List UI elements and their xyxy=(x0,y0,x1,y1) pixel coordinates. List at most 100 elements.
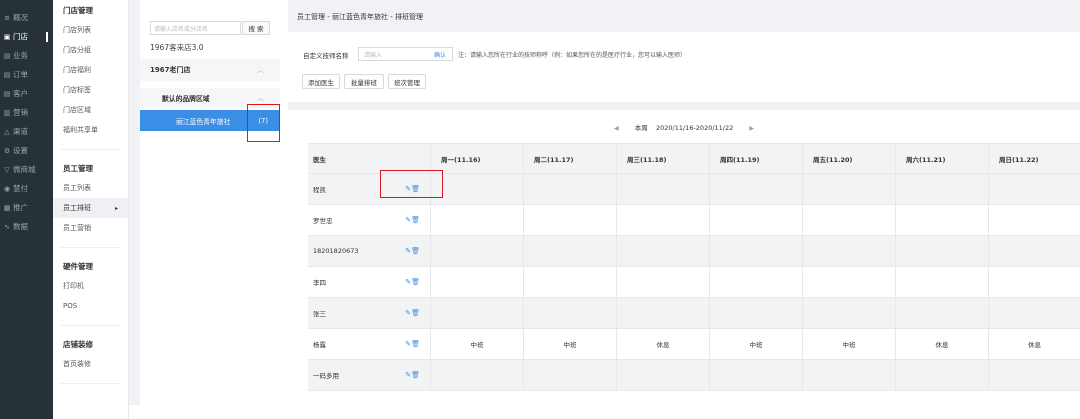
shift-cell[interactable] xyxy=(524,298,617,328)
shift-cell[interactable] xyxy=(524,205,617,235)
caret-right-icon: ▸ xyxy=(114,204,118,212)
shift-cell[interactable] xyxy=(617,174,710,204)
nav-item[interactable]: ⚙ 设置 xyxy=(0,141,53,160)
shift-cell[interactable] xyxy=(617,236,710,266)
tech-name-input[interactable]: 请输入 确认 xyxy=(358,47,453,61)
shift-cell[interactable] xyxy=(710,236,803,266)
next-week-icon[interactable]: ▶ xyxy=(749,125,754,132)
shift-cell[interactable] xyxy=(803,298,896,328)
shift-manage-button[interactable]: 班次管理 xyxy=(388,74,426,89)
sub-item[interactable]: 门店标签 xyxy=(53,80,128,100)
sub-item[interactable]: 首页装修 xyxy=(53,354,128,374)
shift-cell[interactable] xyxy=(803,236,896,266)
shift-cell[interactable] xyxy=(617,205,710,235)
sub-item-label: 员工列表 xyxy=(63,184,91,192)
shift-cell[interactable] xyxy=(896,298,989,328)
shift-cell[interactable] xyxy=(431,360,524,390)
edit-delete-icon[interactable]: ✎🗑 xyxy=(405,309,420,317)
nav-label: 数据 xyxy=(13,222,28,231)
shift-cell[interactable] xyxy=(524,267,617,297)
nav-item[interactable]: ▤ 业务 xyxy=(0,46,53,65)
shift-cell[interactable] xyxy=(710,298,803,328)
shift-cell[interactable] xyxy=(431,205,524,235)
sub-item[interactable]: 门店福利 xyxy=(53,60,128,80)
shift-cell[interactable]: 中班 xyxy=(803,329,896,359)
shift-cell[interactable] xyxy=(617,267,710,297)
shift-cell[interactable]: 休息 xyxy=(617,329,710,359)
shift-cell[interactable] xyxy=(989,236,1080,266)
shift-cell[interactable] xyxy=(524,360,617,390)
sub-nav: 门店管理 门店列表 门店分组 门店福利 门店标签 门店区域 福利共享单 员工管理 员工列表 员工排… xyxy=(53,0,129,419)
nav-label: 概况 xyxy=(13,13,28,22)
shift-cell[interactable]: 休息 xyxy=(896,329,989,359)
shift-cell[interactable] xyxy=(896,174,989,204)
shift-cell[interactable] xyxy=(710,205,803,235)
shift-cell[interactable] xyxy=(989,267,1080,297)
shift-cell[interactable] xyxy=(617,360,710,390)
sub-item[interactable]: 门店列表 xyxy=(53,20,128,40)
nav-item[interactable]: ∿ 数据 xyxy=(0,217,53,236)
shift-cell[interactable] xyxy=(710,174,803,204)
shift-cell[interactable] xyxy=(524,236,617,266)
store-panel: 请输入店名或分店名 搜 索 1967客来店3.0 1967老门店 ︿ 默认的品牌… xyxy=(140,0,288,405)
sub-item[interactable]: 员工列表 xyxy=(53,178,128,198)
sub-item[interactable]: 门店分组 xyxy=(53,40,128,60)
shift-cell[interactable]: 中班 xyxy=(524,329,617,359)
shift-cell[interactable] xyxy=(989,298,1080,328)
nav-item[interactable]: ▤ 订单 xyxy=(0,65,53,84)
shift-cell[interactable] xyxy=(617,298,710,328)
shift-cell[interactable] xyxy=(803,267,896,297)
add-doctor-button[interactable]: 添加医生 xyxy=(302,74,340,89)
shift-cell[interactable]: 中班 xyxy=(431,329,524,359)
edit-delete-icon[interactable]: ✎🗑 xyxy=(405,278,420,286)
shift-cell[interactable] xyxy=(803,360,896,390)
nav-item[interactable]: ▦ 推广 xyxy=(0,198,53,217)
prev-week-icon[interactable]: ◀ xyxy=(614,125,619,132)
store-search-input[interactable]: 请输入店名或分店名 xyxy=(150,21,241,35)
shift-cell[interactable] xyxy=(710,360,803,390)
shift-cell[interactable] xyxy=(431,267,524,297)
shift-cell[interactable] xyxy=(989,360,1080,390)
shift-cell[interactable] xyxy=(524,174,617,204)
nav-item[interactable]: ≡ 概况 xyxy=(0,8,53,27)
nav-item[interactable]: ▥ 营销 xyxy=(0,103,53,122)
shift-cell[interactable] xyxy=(431,174,524,204)
sub-item[interactable]: 打印机 xyxy=(53,276,128,296)
nav-icon: ▣ xyxy=(3,32,11,41)
shift-cell[interactable] xyxy=(896,205,989,235)
shift-cell[interactable] xyxy=(431,298,524,328)
sub-item-label: 门店福利 xyxy=(63,66,91,74)
nav-item[interactable]: ▣ 门店 xyxy=(0,27,53,46)
shift-cell[interactable]: 中班 xyxy=(710,329,803,359)
batch-schedule-button[interactable]: 批量排班 xyxy=(344,74,384,89)
shift-cell[interactable] xyxy=(803,174,896,204)
shift-cell[interactable] xyxy=(989,174,1080,204)
store-search-button[interactable]: 搜 索 xyxy=(242,21,270,35)
shift-cell[interactable] xyxy=(989,205,1080,235)
edit-delete-icon[interactable]: ✎🗑 xyxy=(405,371,420,379)
region-label: 默认的品牌区域 xyxy=(162,95,210,103)
shift-cell[interactable] xyxy=(710,267,803,297)
shift-cell[interactable] xyxy=(803,205,896,235)
confirm-button[interactable]: 确认 xyxy=(434,50,446,59)
nav-item[interactable]: ▤ 客户 xyxy=(0,84,53,103)
sub-item[interactable]: 门店区域 xyxy=(53,100,128,120)
sub-item[interactable]: 福利共享单 xyxy=(53,120,128,140)
nav-item[interactable]: ◉ 慧付 xyxy=(0,179,53,198)
edit-delete-icon[interactable]: ✎🗑 xyxy=(405,247,420,255)
shift-cell[interactable] xyxy=(896,360,989,390)
sub-group-title: 门店管理 xyxy=(63,5,93,15)
store-group[interactable]: 1967老门店 ︿ xyxy=(140,59,280,81)
nav-label: 设置 xyxy=(13,146,28,155)
shift-cell[interactable] xyxy=(896,236,989,266)
nav-item[interactable]: △ 渠道 xyxy=(0,122,53,141)
edit-delete-icon[interactable]: ✎🗑 xyxy=(405,340,420,348)
sub-item[interactable]: 员工排班 ▸ xyxy=(53,198,128,218)
edit-delete-icon[interactable]: ✎🗑 xyxy=(405,216,420,224)
shift-cell[interactable] xyxy=(431,236,524,266)
sub-item[interactable]: 员工营销 xyxy=(53,218,128,238)
nav-item[interactable]: ▽ 微商城 xyxy=(0,160,53,179)
sub-item[interactable]: POS xyxy=(53,296,128,316)
shift-cell[interactable]: 休息 xyxy=(989,329,1080,359)
shift-cell[interactable] xyxy=(896,267,989,297)
